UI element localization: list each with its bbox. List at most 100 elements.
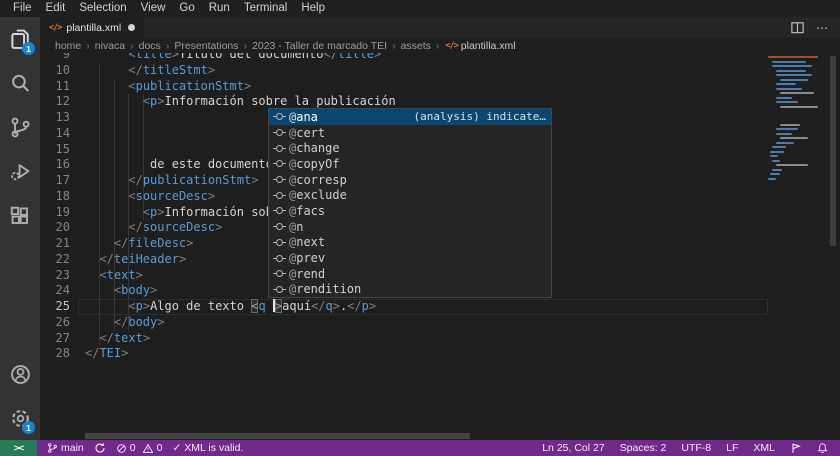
line-number: 9 <box>40 53 70 63</box>
bell-icon[interactable] <box>817 442 828 454</box>
breadcrumb-file-icon: </> <box>445 41 457 51</box>
code-token: > <box>186 236 193 250</box>
attribute-kind-icon <box>276 145 283 152</box>
attribute-kind-icon <box>276 207 283 214</box>
code-line[interactable]: </titleStmt> <box>85 63 840 79</box>
menu-item-edit[interactable]: Edit <box>39 0 73 17</box>
search-button[interactable] <box>0 61 40 105</box>
xml-validation-item[interactable]: ✓ XML is valid. <box>172 442 243 454</box>
extensions-icon <box>8 203 33 228</box>
encoding[interactable]: UTF-8 <box>681 442 711 454</box>
suggestion-item[interactable]: @ana(analysis) indicate… <box>269 109 551 125</box>
minimap-line <box>772 169 782 171</box>
line-number: 10 <box>40 63 70 79</box>
menu-item-run[interactable]: Run <box>202 0 237 17</box>
modified-dot-icon[interactable] <box>128 24 135 31</box>
problems-item[interactable]: 0 0 <box>116 442 163 454</box>
attribute-kind-icon <box>276 113 283 120</box>
code-line[interactable]: </TEI> <box>85 346 840 362</box>
source-control-icon <box>8 115 33 140</box>
code-token <box>85 220 128 234</box>
code-line[interactable]: <publicationStmt> <box>85 79 840 95</box>
minimap-line <box>776 101 798 103</box>
code-line[interactable]: <title>Título del documento</title> <box>85 53 840 63</box>
menu-item-view[interactable]: View <box>134 0 173 17</box>
eol-sequence[interactable]: LF <box>726 442 738 454</box>
suggestion-item[interactable]: @n <box>269 219 551 235</box>
breadcrumb-item[interactable]: assets <box>400 40 432 52</box>
tab-plantilla-xml[interactable]: </> plantilla.xml <box>40 17 144 38</box>
code-token: body <box>121 283 150 297</box>
suggestion-item[interactable]: @next <box>269 235 551 251</box>
code-token: > <box>244 79 251 93</box>
remote-indicator[interactable]: >< <box>0 440 37 456</box>
breadcrumb-item[interactable]: nivaca <box>94 40 126 52</box>
code-token: Información sob <box>165 205 273 219</box>
code-token: Algo de texto <box>150 299 251 313</box>
suggestion-label: copyOf <box>296 157 339 171</box>
suggestion-item[interactable]: @rendition <box>269 282 551 298</box>
suggestion-item[interactable]: @cert <box>269 125 551 141</box>
feedback-icon[interactable] <box>790 442 802 454</box>
line-number: 24 <box>40 283 70 299</box>
horizontal-scrollbar[interactable] <box>85 433 470 439</box>
minimap[interactable] <box>768 56 826 196</box>
code-token: < <box>128 189 135 203</box>
line-number: 20 <box>40 220 70 236</box>
suggestion-prefix: @ <box>289 220 296 234</box>
suggestion-item[interactable]: @exclude <box>269 187 551 203</box>
more-actions-icon[interactable]: ⋯ <box>816 23 829 33</box>
breadcrumb-separator-icon: › <box>432 40 444 52</box>
sync-button[interactable] <box>94 442 106 454</box>
breadcrumb-file[interactable]: plantilla.xml <box>461 40 516 52</box>
code-line[interactable]: </body> <box>85 315 840 331</box>
editor-pane[interactable]: 910111213141516171819202122232425262728 … <box>40 53 840 440</box>
suggestion-item[interactable]: @change <box>269 140 551 156</box>
code-token: > <box>143 299 150 313</box>
account-button[interactable] <box>0 352 40 396</box>
language-mode[interactable]: XML <box>753 442 775 454</box>
suggestion-prefix: @ <box>289 188 296 202</box>
run-debug-button[interactable] <box>0 149 40 193</box>
code-line[interactable]: </text> <box>85 331 840 347</box>
minimap-line <box>776 164 808 166</box>
code-token <box>266 299 273 313</box>
settings-button[interactable]: 1 <box>0 396 40 440</box>
extensions-button[interactable] <box>0 193 40 237</box>
code-token: text <box>114 331 143 345</box>
split-editor-icon[interactable] <box>790 20 805 35</box>
code-token: </ <box>128 63 142 77</box>
code-token: de este documento <box>150 157 273 171</box>
error-count: 0 <box>130 442 136 454</box>
breadcrumb-item[interactable]: home <box>54 40 82 52</box>
code-token <box>85 252 99 266</box>
cursor-position[interactable]: Ln 25, Col 27 <box>542 442 604 454</box>
breadcrumb-item[interactable]: docs <box>138 40 162 52</box>
breadcrumb-item[interactable]: 2023 - Taller de marcado TEI <box>251 40 388 52</box>
attribute-kind-icon <box>276 129 283 136</box>
code-token: </ <box>99 252 113 266</box>
explorer-button[interactable]: 1 <box>0 17 40 61</box>
suggestion-item[interactable]: @rend <box>269 266 551 282</box>
vertical-scrollbar[interactable] <box>830 56 836 246</box>
suggestion-item[interactable]: @corresp <box>269 172 551 188</box>
suggestion-item[interactable]: @prev <box>269 250 551 266</box>
menu-item-go[interactable]: Go <box>172 0 201 17</box>
minimap-line <box>772 146 786 148</box>
breadcrumb-item[interactable]: Presentations <box>173 40 239 52</box>
code-line[interactable]: <p>Algo de texto <q >aquí</q>.</p> <box>85 299 840 315</box>
branch-item[interactable]: main <box>47 442 84 454</box>
suggestion-item[interactable]: @facs <box>269 203 551 219</box>
menu-item-selection[interactable]: Selection <box>72 0 133 17</box>
minimap-line <box>772 61 806 63</box>
source-control-button[interactable] <box>0 105 40 149</box>
menu-item-help[interactable]: Help <box>294 0 332 17</box>
suggestion-item[interactable]: @copyOf <box>269 156 551 172</box>
suggestion-prefix: @ <box>289 141 296 155</box>
tab-label: plantilla.xml <box>66 22 121 34</box>
menu-item-file[interactable]: File <box>6 0 39 17</box>
suggestion-prefix: @ <box>289 282 296 296</box>
menu-item-terminal[interactable]: Terminal <box>237 0 294 17</box>
status-bar: >< main 0 <box>0 440 840 456</box>
indentation[interactable]: Spaces: 2 <box>620 442 667 454</box>
